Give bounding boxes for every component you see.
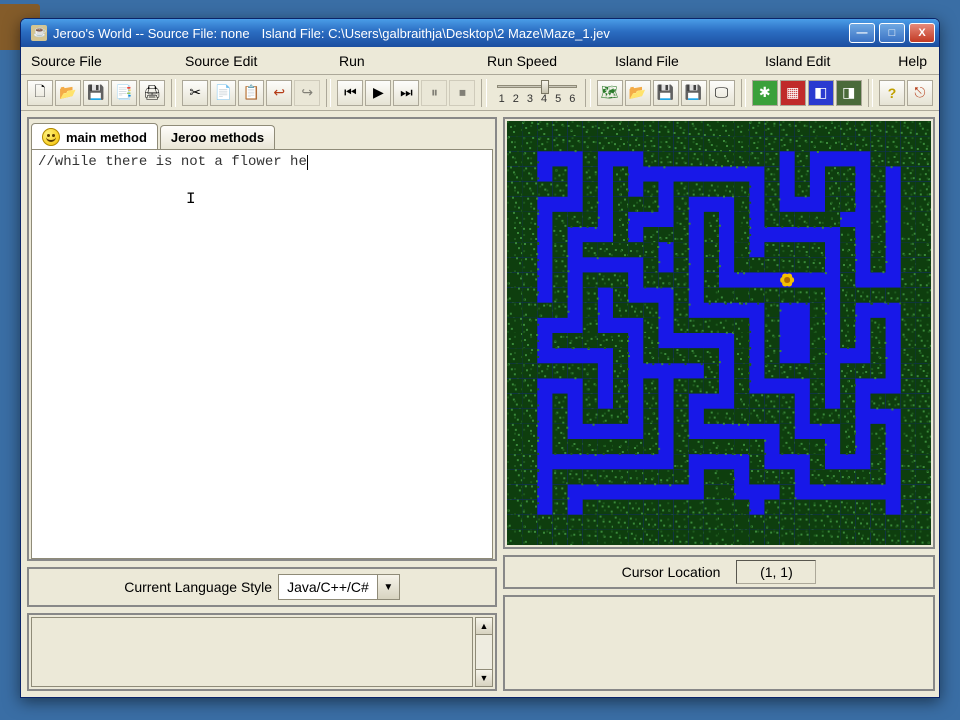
console-scrollbar[interactable]: ▲ ▼ — [475, 617, 493, 687]
stop-button: ⏹ — [449, 80, 475, 106]
paint-flower-button[interactable]: ✱ — [752, 80, 778, 106]
scroll-up-button[interactable]: ▲ — [475, 617, 493, 635]
editor-text: //while there is not a flower he — [38, 154, 307, 170]
island-view[interactable] — [503, 117, 935, 549]
speed-slider[interactable]: 1 2 3 4 5 6 — [493, 80, 582, 105]
tab-jeroo-label: Jeroo methods — [171, 130, 264, 145]
language-value: Java/C++/C# — [279, 579, 377, 595]
rewind-button[interactable]: ⏮ — [337, 80, 363, 106]
island-print-button[interactable]: 🖵 — [709, 80, 735, 106]
save-button[interactable]: 💾 — [83, 80, 109, 106]
menu-source-edit[interactable]: Source Edit — [181, 49, 335, 73]
title-secondary: Island File: C:\Users\galbraithja\Deskto… — [262, 26, 622, 41]
island-saveas-button[interactable]: 💾 — [681, 80, 707, 106]
menu-source-file[interactable]: Source File — [27, 49, 181, 73]
toolbar: 🗋 📂 💾 📑 🖨 ✂ 📄 📋 ↩ ↪ ⏮ ▶ ⏭ ⏸ ⏹ — [21, 75, 939, 111]
print-button[interactable]: 🖨 — [139, 80, 165, 106]
language-select[interactable]: Java/C++/C# ▼ — [278, 574, 400, 600]
copy-button[interactable]: 📄 — [210, 80, 236, 106]
chevron-down-icon[interactable]: ▼ — [377, 575, 399, 599]
new-button[interactable]: 🗋 — [27, 80, 53, 106]
menu-island-file[interactable]: Island File — [611, 49, 761, 73]
tab-main-method[interactable]: main method — [31, 123, 158, 150]
close-button[interactable]: X — [909, 23, 935, 43]
pause-button: ⏸ — [421, 80, 447, 106]
cursor-panel: Cursor Location (1, 1) — [503, 555, 935, 589]
text-caret-icon: I — [186, 190, 196, 208]
scroll-down-button[interactable]: ▼ — [475, 669, 493, 687]
menu-run-speed[interactable]: Run Speed — [483, 49, 611, 73]
paint-net-button[interactable]: ▦ — [780, 80, 806, 106]
cursor-label: Cursor Location — [622, 564, 721, 580]
menubar: Source File Source Edit Run Run Speed Is… — [21, 47, 939, 75]
speed-thumb[interactable] — [541, 80, 549, 94]
smiley-icon — [42, 128, 60, 146]
saveas-button[interactable]: 📑 — [111, 80, 137, 106]
message-panel — [503, 595, 935, 691]
app-icon — [31, 25, 47, 41]
title-primary: Jeroo's World -- Source File: none — [53, 26, 262, 41]
language-panel: Current Language Style Java/C++/C# ▼ — [27, 567, 497, 607]
menu-run[interactable]: Run — [335, 49, 483, 73]
maximize-button[interactable]: □ — [879, 23, 905, 43]
island-save-button[interactable]: 💾 — [653, 80, 679, 106]
language-label: Current Language Style — [124, 579, 272, 595]
console-panel: ▲ ▼ — [27, 613, 497, 691]
paint-water-button[interactable]: ◧ — [808, 80, 834, 106]
editor-panel: main method Jeroo methods //while there … — [27, 117, 497, 561]
paint-land-button[interactable]: ◨ — [836, 80, 862, 106]
paste-button[interactable]: 📋 — [238, 80, 264, 106]
island-new-button[interactable]: 🗺 — [597, 80, 623, 106]
minimize-button[interactable]: — — [849, 23, 875, 43]
cursor-value: (1, 1) — [736, 560, 816, 584]
exit-button[interactable]: ⎋ — [907, 80, 933, 106]
help-button[interactable]: ? — [879, 80, 905, 106]
menu-help[interactable]: Help — [867, 49, 933, 73]
app-window: Jeroo's World -- Source File: none Islan… — [20, 18, 940, 698]
redo-button: ↪ — [294, 80, 320, 106]
ff-button[interactable]: ⏭ — [393, 80, 419, 106]
titlebar: Jeroo's World -- Source File: none Islan… — [21, 19, 939, 47]
undo-button[interactable]: ↩ — [266, 80, 292, 106]
play-button[interactable]: ▶ — [365, 80, 391, 106]
code-editor[interactable]: //while there is not a flower he I — [31, 149, 493, 559]
open-button[interactable]: 📂 — [55, 80, 81, 106]
console-output[interactable] — [31, 617, 473, 687]
tab-jeroo-methods[interactable]: Jeroo methods — [160, 125, 275, 149]
cut-button[interactable]: ✂ — [182, 80, 208, 106]
menu-island-edit[interactable]: Island Edit — [761, 49, 867, 73]
tab-main-label: main method — [66, 130, 147, 145]
island-open-button[interactable]: 📂 — [625, 80, 651, 106]
